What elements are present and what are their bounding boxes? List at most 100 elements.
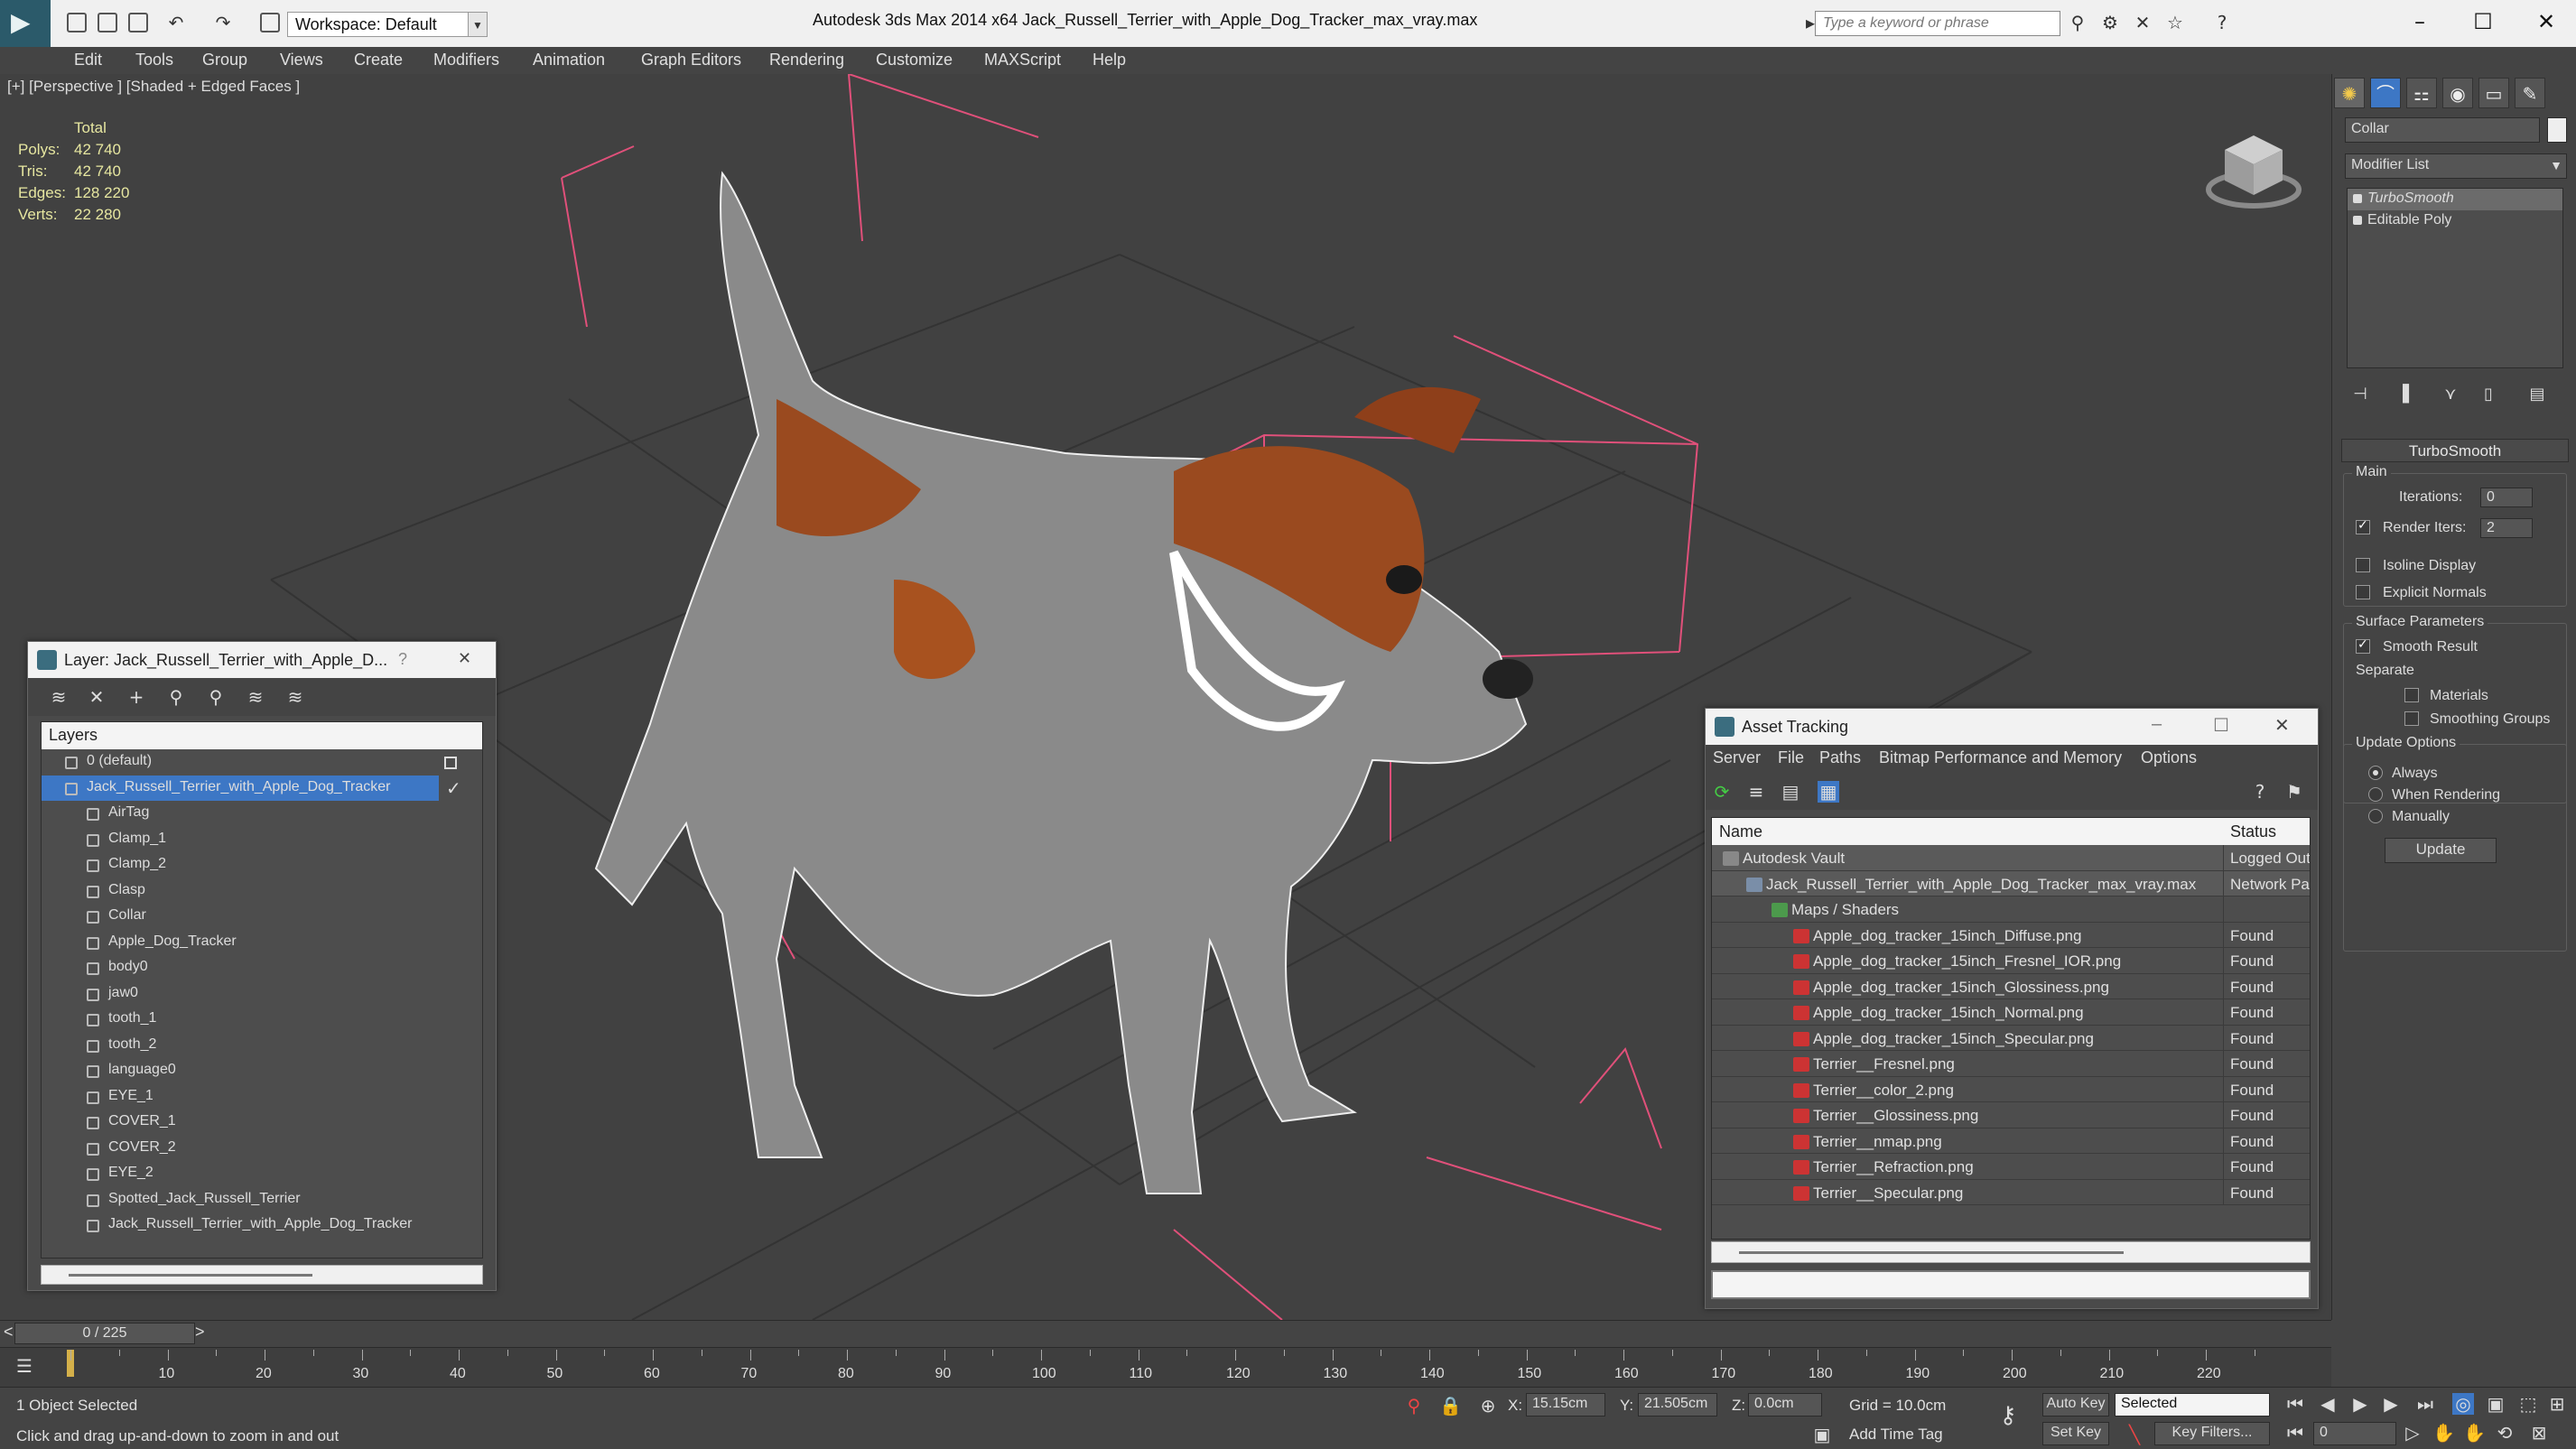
maximize-button[interactable]: ☐	[2456, 5, 2510, 38]
display-tab-icon[interactable]: ▭	[2478, 78, 2509, 108]
layer-row[interactable]: Spotted_Jack_Russell_Terrier	[42, 1187, 482, 1213]
asset-row[interactable]: Autodesk Vault Logged Out	[1712, 845, 2310, 871]
smoothing-groups-checkbox[interactable]	[2404, 711, 2419, 726]
key-icon[interactable]: ⚷	[1997, 1402, 2019, 1429]
horizontal-scrollbar[interactable]	[1711, 1241, 2311, 1263]
object-color-swatch[interactable]	[2547, 117, 2567, 143]
chevron-down-icon[interactable]: ▼	[468, 12, 488, 37]
list-view-icon[interactable]: ≡	[1745, 781, 1767, 803]
layer-row[interactable]: Collar	[42, 904, 482, 930]
expand-icon[interactable]	[2353, 216, 2362, 225]
delete-layer-icon[interactable]: ✕	[86, 687, 107, 707]
next-frame-arrow-icon[interactable]: >	[195, 1323, 205, 1342]
menu-maxscript[interactable]: MAXScript	[984, 51, 1061, 70]
asset-row[interactable]: Apple_dog_tracker_15inch_Fresnel_IOR.png…	[1712, 948, 2310, 974]
menu-customize[interactable]: Customize	[876, 51, 953, 70]
smooth-result-checkbox[interactable]	[2356, 637, 2370, 654]
layer-row[interactable]: COVER_1	[42, 1110, 482, 1136]
asset-row[interactable]: Jack_Russell_Terrier_with_Apple_Dog_Trac…	[1712, 870, 2310, 896]
asset-menu-options[interactable]: Options	[2141, 748, 2197, 767]
remove-modifier-icon[interactable]: ▯	[2478, 385, 2498, 404]
utilities-tab-icon[interactable]: ✎	[2515, 78, 2545, 108]
horizontal-scrollbar[interactable]	[41, 1265, 483, 1285]
asset-row[interactable]: Apple_dog_tracker_15inch_Glossiness.png F…	[1712, 973, 2310, 999]
auto-key-button[interactable]: Auto Key	[2042, 1393, 2109, 1416]
asset-row[interactable]: Apple_dog_tracker_15inch_Diffuse.png Foun…	[1712, 922, 2310, 948]
toggle-maximize-icon[interactable]: ⊠	[2528, 1422, 2550, 1444]
layers-column-header[interactable]: Layers	[42, 722, 482, 749]
time-slider-bar[interactable]: < 0 / 225 >	[0, 1320, 2331, 1347]
asset-menu-server[interactable]: Server	[1713, 748, 1761, 767]
layer-row[interactable]: Apple_Dog_Tracker	[42, 930, 482, 956]
asset-row[interactable]: Apple_dog_tracker_15inch_Normal.png Found	[1712, 999, 2310, 1026]
pin-stack-icon[interactable]: ⊣	[2350, 385, 2370, 404]
materials-checkbox[interactable]	[2404, 688, 2419, 702]
current-layer-box[interactable]	[444, 757, 457, 769]
asset-row[interactable]: Terrier__nmap.png Found	[1712, 1128, 2310, 1154]
layer-row[interactable]: EYE_2	[42, 1161, 482, 1187]
layer-row[interactable]: tooth_1	[42, 1007, 482, 1033]
arc-rotate-icon[interactable]: ⟲	[2494, 1422, 2516, 1444]
modify-tab-icon[interactable]: ⌒	[2370, 78, 2401, 108]
absolute-mode-icon[interactable]: ⊕	[1477, 1395, 1499, 1416]
search-input[interactable]: Type a keyword or phrase	[1815, 11, 2060, 36]
maximize-viewport-icon[interactable]: ⊞	[2546, 1393, 2568, 1415]
layer-row[interactable]: EYE_1	[42, 1084, 482, 1110]
binoculars-icon[interactable]: ⚲	[2068, 13, 2088, 33]
layer-row[interactable]: Jack_Russell_Terrier_with_Apple_Dog_Trac…	[42, 1212, 482, 1239]
layer-explorer-window[interactable]: Layer: Jack_Russell_Terrier_with_Apple_D…	[27, 641, 497, 1291]
play-icon[interactable]: ▶	[2349, 1393, 2371, 1415]
help-icon[interactable]: ?	[2249, 781, 2271, 803]
pan-view-icon[interactable]: ✋	[2463, 1422, 2486, 1444]
refresh-icon[interactable]: ⟳	[1711, 781, 1733, 803]
layer-row[interactable]: language0	[42, 1058, 482, 1084]
active-layer-check-icon[interactable]: ✓	[446, 777, 461, 799]
key-mode-toggle-icon[interactable]: ◎	[2452, 1393, 2474, 1415]
asset-row[interactable]: Terrier__Fresnel.png Found	[1712, 1051, 2310, 1077]
object-name-field[interactable]: Collar	[2345, 117, 2540, 143]
find-layer-icon[interactable]: ⚲	[205, 687, 227, 707]
context-help-icon[interactable]: ⚑	[2283, 781, 2305, 803]
configure-sets-icon[interactable]: ▤	[2527, 385, 2547, 404]
selected-set-dropdown[interactable]: Selected	[2115, 1393, 2270, 1416]
layer-row[interactable]: body0	[42, 955, 482, 981]
layer-row[interactable]: 0 (default)	[42, 749, 482, 776]
current-frame-field[interactable]: 0	[2313, 1422, 2396, 1445]
time-tag-icon[interactable]: ▣	[1811, 1424, 1833, 1445]
menu-group[interactable]: Group	[202, 51, 247, 70]
add-to-layer-icon[interactable]: +	[126, 687, 147, 707]
render-iters-spinner[interactable]: 2	[2480, 518, 2533, 538]
layer-row[interactable]: Clamp_2	[42, 852, 482, 878]
x-coordinate-field[interactable]: 15.15cm	[1526, 1393, 1605, 1416]
undo-icon[interactable]: ↶	[166, 13, 186, 33]
help-button[interactable]: ?	[398, 650, 407, 669]
menu-modifiers[interactable]: Modifiers	[433, 51, 499, 70]
open-file-icon[interactable]	[98, 13, 117, 33]
help-icon[interactable]: ?	[2212, 13, 2232, 33]
previous-frame-arrow-icon[interactable]: <	[4, 1323, 14, 1342]
favorites-star-icon[interactable]: ☆	[2165, 13, 2185, 33]
redo-icon[interactable]: ↷	[213, 13, 233, 33]
menu-tools[interactable]: Tools	[135, 51, 173, 70]
update-button[interactable]: Update	[2385, 838, 2497, 863]
stack-item-editable-poly[interactable]: Editable Poly	[2348, 210, 2562, 232]
mini-curve-editor-icon[interactable]: ☰	[16, 1355, 33, 1377]
table-view-icon[interactable]: ▦	[1818, 781, 1839, 803]
explicit-normals-checkbox[interactable]	[2356, 585, 2370, 599]
close-button[interactable]: ✕	[458, 649, 471, 668]
go-to-end-icon[interactable]: ⏭	[2414, 1393, 2436, 1415]
time-config-icon[interactable]: ⏮	[2284, 1422, 2306, 1444]
time-slider-thumb[interactable]: 0 / 225	[14, 1323, 195, 1344]
menu-help[interactable]: Help	[1093, 51, 1126, 70]
track-bar[interactable]: ☰ 10 20 30 40 50 60 70 80 90 100 110 120 130 140 150 16…	[0, 1347, 2331, 1387]
viewcube-icon[interactable]	[2199, 117, 2308, 217]
project-folder-icon[interactable]	[260, 13, 280, 33]
column-status[interactable]: Status	[2230, 822, 2276, 841]
zoom-region-icon[interactable]: ⬚	[2517, 1393, 2539, 1415]
stack-item-turbosmooth[interactable]: TurboSmooth	[2348, 189, 2562, 210]
layer-row[interactable]: Jack_Russell_Terrier_with_Apple_Dog_Trac…	[42, 775, 461, 801]
close-button[interactable]: ✕	[2274, 714, 2290, 736]
column-name[interactable]: Name	[1719, 822, 1762, 841]
set-key-button[interactable]: Set Key	[2042, 1422, 2109, 1445]
layer-row[interactable]: COVER_2	[42, 1136, 482, 1162]
